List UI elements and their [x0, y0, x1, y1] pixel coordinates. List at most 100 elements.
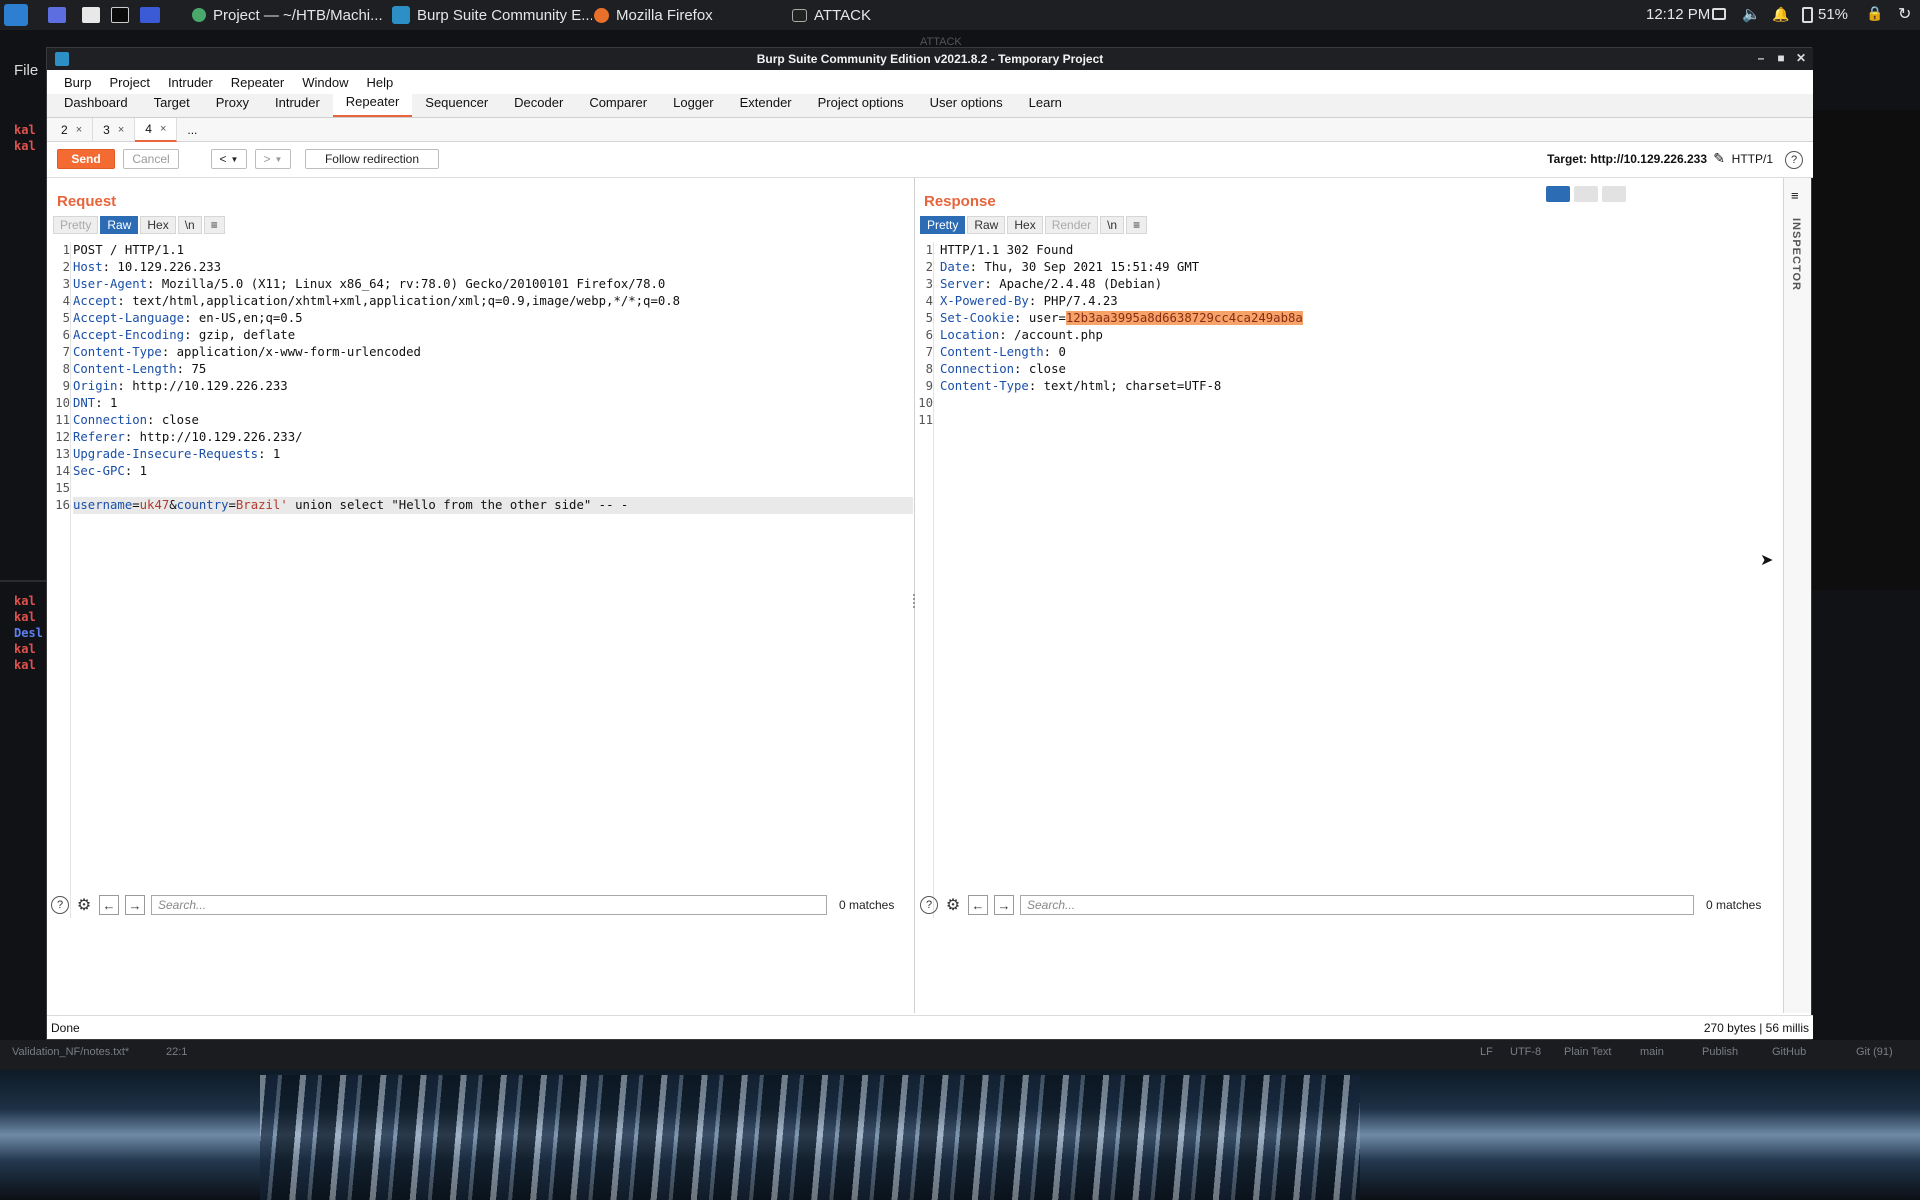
- screen-record-icon[interactable]: [140, 7, 160, 23]
- gear-icon[interactable]: ⚙: [944, 896, 962, 914]
- arrow-right-icon[interactable]: →: [125, 895, 145, 915]
- header-value: : http://10.129.226.233: [117, 379, 288, 393]
- tab-learn[interactable]: Learn: [1016, 93, 1075, 117]
- line-number: 13: [55, 447, 70, 461]
- view-pretty[interactable]: Pretty: [53, 216, 99, 234]
- view-raw[interactable]: Raw: [967, 216, 1006, 234]
- repeater-toolbar: Send Cancel < ▼ > ▼ Follow redirection Tar…: [47, 142, 1813, 178]
- arrow-left-icon[interactable]: ←: [99, 895, 119, 915]
- tab-dashboard[interactable]: Dashboard: [51, 93, 141, 117]
- tab-repeater[interactable]: Repeater: [332, 93, 413, 117]
- terminal-icon[interactable]: [111, 7, 129, 23]
- response-editor[interactable]: HTTP/1.1 302 Found Date: Thu, 30 Sep 2021…: [940, 242, 1778, 429]
- back-button[interactable]: < ▼: [211, 149, 247, 169]
- menu-repeater[interactable]: Repeater: [222, 75, 293, 90]
- line-number: 6: [925, 328, 933, 342]
- header-value: : Thu, 30 Sep 2021 15:51:49 GMT: [969, 260, 1200, 274]
- notification-icon[interactable]: 🔔: [1772, 6, 1789, 23]
- cookie-value-highlight[interactable]: 12b3aa3995a8d6638729cc4ca249ab8a: [1065, 311, 1303, 325]
- taskbar-app-burp[interactable]: Burp Suite Community E...: [392, 0, 592, 30]
- request-editor[interactable]: POST / HTTP/1.1 Host: 10.129.226.233 User-…: [73, 242, 913, 514]
- menu-project[interactable]: Project: [100, 75, 158, 90]
- close-tab-icon[interactable]: ×: [118, 124, 124, 136]
- header-name: Content-Length: [940, 345, 1044, 359]
- close-icon[interactable]: ✕: [1793, 50, 1809, 66]
- split-view-icon[interactable]: [1546, 186, 1570, 202]
- help-icon[interactable]: ?: [51, 896, 69, 914]
- view-hex[interactable]: Hex: [1007, 216, 1043, 234]
- inspector-panel[interactable]: ≡ INSPECTOR: [1783, 178, 1811, 1013]
- edit-target-icon[interactable]: ✎: [1713, 150, 1725, 167]
- response-search-input[interactable]: Search...: [1020, 895, 1694, 915]
- follow-redirection-button[interactable]: Follow redirection: [305, 149, 439, 169]
- header-value: : text/html; charset=UTF-8: [1028, 379, 1222, 393]
- view-raw[interactable]: Raw: [100, 216, 139, 234]
- display-icon[interactable]: [1712, 8, 1726, 20]
- help-icon[interactable]: ?: [1785, 151, 1803, 169]
- view-newline[interactable]: \n: [1100, 216, 1125, 234]
- taskbar-app-firefox[interactable]: Mozilla Firefox: [594, 0, 774, 30]
- taskbar-app-project[interactable]: Project — ~/HTB/Machi...: [192, 0, 390, 30]
- tab-extender[interactable]: Extender: [727, 93, 805, 117]
- refresh-icon[interactable]: ↻: [1898, 4, 1911, 24]
- lock-icon[interactable]: 🔒: [1866, 5, 1883, 22]
- tab-sequencer[interactable]: Sequencer: [412, 93, 501, 117]
- tab-user-options[interactable]: User options: [917, 93, 1016, 117]
- header-value: : /account.php: [999, 328, 1103, 342]
- response-line: Server: Apache/2.4.48 (Debian): [940, 276, 1778, 293]
- line-number: 4: [925, 294, 933, 308]
- menu-icon[interactable]: ≡: [203, 216, 225, 234]
- volume-icon[interactable]: 🔈: [1742, 5, 1761, 23]
- menu-intruder[interactable]: Intruder: [159, 75, 222, 90]
- repeater-tab-3[interactable]: 3 ×: [93, 117, 136, 142]
- minimize-icon[interactable]: –: [1753, 50, 1769, 66]
- repeater-tab-4[interactable]: 4 ×: [135, 117, 178, 142]
- tab-comparer[interactable]: Comparer: [576, 93, 660, 117]
- repeater-tab-2[interactable]: 2 ×: [51, 117, 94, 142]
- tab-intruder[interactable]: Intruder: [262, 93, 333, 117]
- kali-menu-icon[interactable]: [4, 4, 28, 26]
- view-newline[interactable]: \n: [177, 216, 202, 234]
- view-hex[interactable]: Hex: [140, 216, 176, 234]
- taskbar-app-attack[interactable]: ATTACK: [792, 0, 902, 30]
- file-menu[interactable]: File: [14, 62, 38, 79]
- window-titlebar[interactable]: Burp Suite Community Edition v2021.8.2 -…: [47, 48, 1813, 70]
- repeater-tab-more[interactable]: ...: [177, 118, 207, 142]
- tab-project-options[interactable]: Project options: [805, 93, 917, 117]
- header-name: Sec-GPC: [73, 464, 125, 478]
- files-icon[interactable]: [82, 7, 100, 23]
- send-button[interactable]: Send: [57, 149, 115, 169]
- desktop-icon[interactable]: [48, 7, 66, 23]
- request-search-input[interactable]: Search...: [151, 895, 827, 915]
- help-icon[interactable]: ?: [920, 896, 938, 914]
- request-footer: ? ⚙ ← → Search... 0 matches: [51, 892, 911, 918]
- inspector-toggle-icon[interactable]: ≡: [1791, 188, 1799, 203]
- tab-logger[interactable]: Logger: [660, 93, 726, 117]
- tab-proxy[interactable]: Proxy: [203, 93, 262, 117]
- horizontal-view-icon[interactable]: [1574, 186, 1598, 202]
- single-view-icon[interactable]: [1602, 186, 1626, 202]
- menu-help[interactable]: Help: [357, 75, 402, 90]
- tab-target[interactable]: Target: [141, 93, 203, 117]
- view-render[interactable]: Render: [1044, 216, 1099, 234]
- http-version[interactable]: HTTP/1: [1732, 152, 1773, 166]
- set-cookie-line: Set-Cookie: user=12b3aa3995a8d6638729cc4…: [940, 310, 1778, 327]
- response-title: Response: [924, 193, 996, 210]
- tab-decoder[interactable]: Decoder: [501, 93, 576, 117]
- clock[interactable]: 12:12 PM: [1646, 6, 1710, 23]
- menu-icon[interactable]: ≡: [1126, 216, 1148, 234]
- close-tab-icon[interactable]: ×: [76, 124, 82, 136]
- menu-window[interactable]: Window: [293, 75, 357, 90]
- view-pretty[interactable]: Pretty: [920, 216, 966, 234]
- response-stats: 270 bytes | 56 millis: [1703, 1021, 1809, 1035]
- menu-burp[interactable]: Burp: [55, 75, 100, 90]
- gear-icon[interactable]: ⚙: [75, 896, 93, 914]
- battery-icon[interactable]: [1802, 7, 1813, 23]
- cancel-button[interactable]: Cancel: [123, 149, 179, 169]
- close-tab-icon[interactable]: ×: [160, 123, 166, 135]
- forward-button[interactable]: > ▼: [255, 149, 291, 169]
- arrow-right-icon[interactable]: →: [994, 895, 1014, 915]
- request-line: [73, 480, 913, 497]
- arrow-left-icon[interactable]: ←: [968, 895, 988, 915]
- maximize-icon[interactable]: ■: [1773, 50, 1789, 66]
